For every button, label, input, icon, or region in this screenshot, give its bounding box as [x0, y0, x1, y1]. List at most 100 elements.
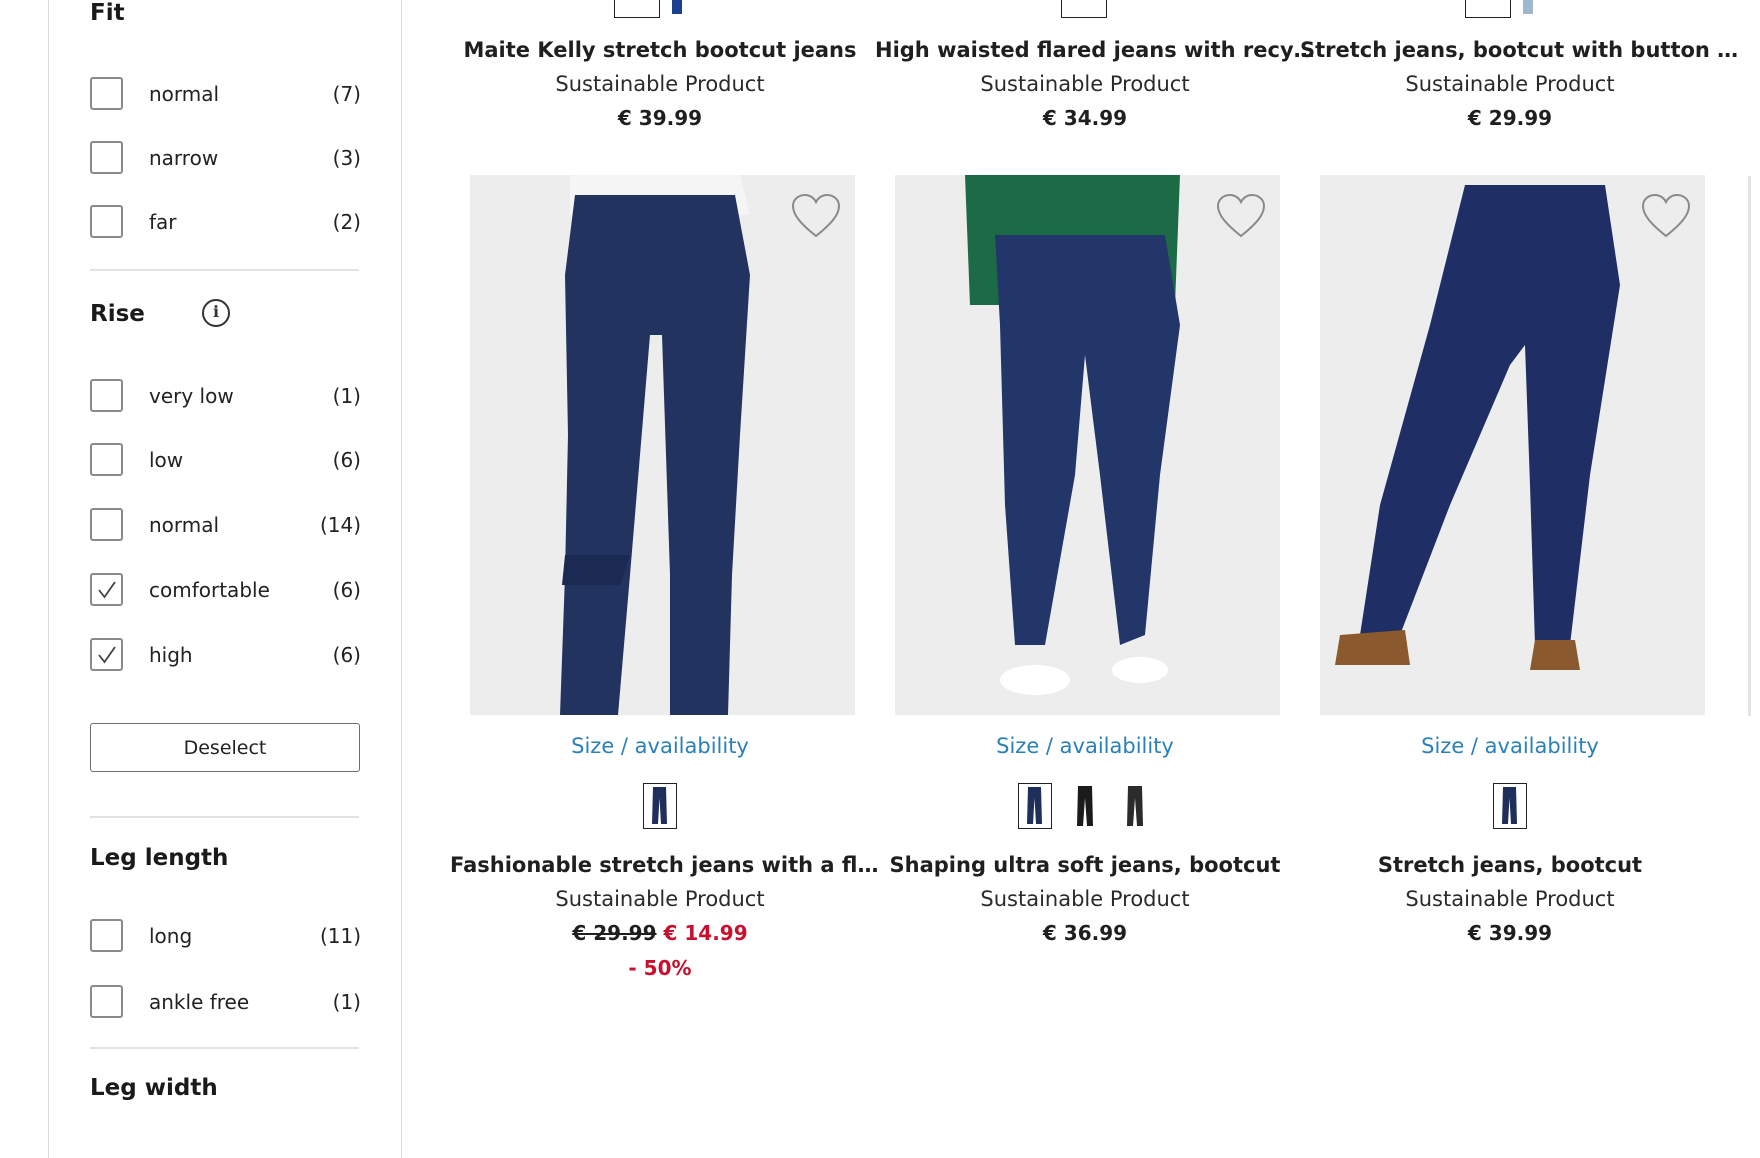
product-subtitle: Sustainable Product — [1405, 887, 1615, 911]
filter-option-label: low — [149, 448, 184, 472]
product-image[interactable] — [895, 175, 1280, 715]
product-info: Stretch jeans, bootcut Sustainable Produ… — [1300, 852, 1720, 946]
discount-badge: - 50% — [628, 956, 692, 980]
filter-option-rise-very-low[interactable]: very low (1) — [90, 377, 361, 415]
product-subtitle: Sustainable Product — [980, 887, 1190, 911]
divider — [90, 1047, 359, 1049]
size-availability-link[interactable]: Size / availability — [875, 734, 1295, 758]
size-availability-link[interactable]: Size / availability — [1300, 734, 1720, 758]
jeans-photo — [895, 175, 1280, 715]
filter-option-rise-normal[interactable]: normal (14) — [90, 506, 361, 544]
filter-option-label: narrow — [149, 146, 219, 170]
filter-title-leg-length: Leg length — [90, 845, 229, 871]
product-info: Fashionable stretch jeans with a fl… Sus… — [450, 852, 878, 980]
filter-option-fit-normal[interactable]: normal (7) — [90, 75, 361, 113]
color-swatch-selected[interactable] — [1018, 783, 1052, 829]
checkbox[interactable] — [90, 141, 123, 174]
product-price: € 39.99 — [1467, 921, 1553, 945]
filter-option-count: (7) — [332, 82, 361, 106]
filter-option-label: normal — [149, 513, 220, 537]
filter-title-leg-width: Leg width — [90, 1075, 218, 1101]
filter-option-rise-high[interactable]: high (6) — [90, 636, 361, 674]
color-swatch[interactable] — [1068, 783, 1102, 829]
color-swatches — [1061, 0, 1107, 18]
color-swatch[interactable] — [1061, 0, 1107, 18]
product-name[interactable]: Maite Kelly stretch bootcut jeans — [450, 37, 870, 63]
check-icon — [98, 581, 116, 599]
filter-option-label: normal — [149, 82, 220, 106]
color-swatch-selected[interactable] — [643, 783, 677, 829]
checkbox[interactable] — [90, 985, 123, 1018]
filter-option-label: far — [149, 210, 177, 234]
filter-option-leg-long[interactable]: long (11) — [90, 917, 361, 955]
filter-option-count: (6) — [332, 578, 361, 602]
filter-option-count: (6) — [332, 643, 361, 667]
deselect-button[interactable]: Deselect — [90, 723, 360, 772]
product-price: € 29.99 € 14.99 — [450, 920, 870, 946]
checkbox-checked[interactable] — [90, 573, 123, 606]
color-swatch[interactable] — [614, 0, 660, 18]
product-info: Shaping ultra soft jeans, bootcut Sustai… — [875, 852, 1295, 946]
product-price: € 29.99 — [1467, 106, 1553, 130]
jeans-photo — [470, 175, 855, 715]
filter-option-count: (3) — [332, 146, 361, 170]
product-price: € 34.99 — [1042, 106, 1128, 130]
product-info: High waisted flared jeans with recy… Sus… — [875, 37, 1315, 131]
checkbox-checked[interactable] — [90, 638, 123, 671]
product-name[interactable]: Fashionable stretch jeans with a fl… — [450, 852, 878, 878]
color-swatch-selected[interactable] — [1493, 783, 1527, 829]
product-name[interactable]: Stretch jeans, bootcut with button … — [1300, 37, 1738, 63]
filter-option-fit-narrow[interactable]: narrow (3) — [90, 139, 361, 177]
product-subtitle: Sustainable Product — [980, 72, 1190, 96]
checkbox[interactable] — [90, 205, 123, 238]
divider — [90, 269, 359, 271]
next-product-edge — [1748, 176, 1751, 716]
color-swatch[interactable] — [1465, 0, 1511, 18]
filter-option-count: (2) — [332, 210, 361, 234]
info-icon[interactable]: i — [202, 299, 230, 327]
checkbox[interactable] — [90, 379, 123, 412]
color-swatches — [450, 783, 870, 833]
product-image[interactable] — [1320, 175, 1705, 715]
filter-title-fit: Fit — [90, 0, 125, 26]
filter-option-label: ankle free — [149, 990, 250, 1014]
product-name[interactable]: Shaping ultra soft jeans, bootcut — [875, 852, 1295, 878]
filter-option-count: (6) — [332, 448, 361, 472]
filter-option-count: (14) — [319, 513, 361, 537]
color-swatches — [614, 0, 682, 18]
product-image[interactable] — [470, 175, 855, 715]
filter-option-fit-far[interactable]: far (2) — [90, 203, 361, 241]
filter-option-label: very low — [149, 384, 234, 408]
heart-icon[interactable] — [1216, 193, 1266, 239]
product-price: € 36.99 — [1042, 921, 1128, 945]
filter-option-leg-ankle-free[interactable]: ankle free (1) — [90, 983, 361, 1021]
color-swatches — [1465, 0, 1533, 18]
original-price: € 29.99 — [572, 921, 657, 945]
color-swatch[interactable] — [1523, 0, 1533, 14]
product-subtitle: Sustainable Product — [555, 887, 765, 911]
checkbox[interactable] — [90, 919, 123, 952]
sale-price: € 14.99 — [663, 921, 748, 945]
product-name[interactable]: Stretch jeans, bootcut — [1300, 852, 1720, 878]
product-price: € 39.99 — [617, 106, 703, 130]
product-info: Maite Kelly stretch bootcut jeans Sustai… — [450, 37, 870, 131]
filter-option-rise-comfortable[interactable]: comfortable (6) — [90, 571, 361, 609]
color-swatch[interactable] — [1118, 783, 1152, 829]
checkbox[interactable] — [90, 508, 123, 541]
product-info: Stretch jeans, bootcut with button … Sus… — [1300, 37, 1738, 131]
filter-option-label: high — [149, 643, 193, 667]
checkbox[interactable] — [90, 77, 123, 110]
filter-sidebar: Fit normal (7) narrow (3) far (2) Rise i… — [48, 0, 402, 1158]
color-swatch[interactable] — [672, 0, 682, 14]
size-availability-link[interactable]: Size / availability — [450, 734, 870, 758]
check-icon — [98, 646, 116, 664]
color-swatches — [1300, 783, 1720, 833]
color-swatches — [875, 783, 1295, 833]
checkbox[interactable] — [90, 443, 123, 476]
heart-icon[interactable] — [791, 193, 841, 239]
product-name[interactable]: High waisted flared jeans with recy… — [875, 37, 1315, 63]
filter-option-count: (1) — [332, 384, 361, 408]
filter-option-rise-low[interactable]: low (6) — [90, 441, 361, 479]
filter-option-count: (1) — [332, 990, 361, 1014]
heart-icon[interactable] — [1641, 193, 1691, 239]
